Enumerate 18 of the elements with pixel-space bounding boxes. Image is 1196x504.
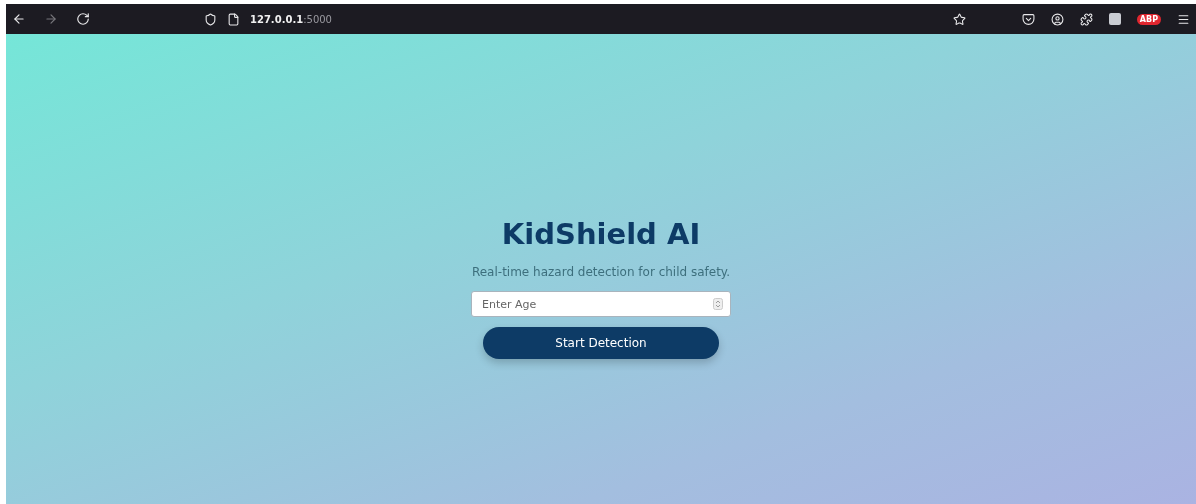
spinner-icon[interactable]: [713, 298, 723, 310]
forward-icon[interactable]: [44, 12, 58, 26]
back-icon[interactable]: [12, 12, 26, 26]
extension-icon[interactable]: [1108, 13, 1121, 25]
page-icon[interactable]: [227, 12, 240, 26]
url-text: 127.0.0.1:5000: [250, 13, 332, 25]
reload-icon[interactable]: [76, 12, 90, 26]
extensions-icon[interactable]: [1079, 12, 1093, 26]
subtitle: Real-time hazard detection for child safety.: [471, 265, 731, 279]
age-input-field[interactable]: Enter Age: [471, 291, 731, 317]
account-icon[interactable]: [1050, 12, 1064, 26]
bookmark-star-icon[interactable]: [953, 12, 966, 26]
shield-icon[interactable]: [204, 12, 217, 26]
pocket-icon[interactable]: [1021, 12, 1035, 26]
extension-badge[interactable]: ABP: [1136, 13, 1161, 25]
start-detection-button[interactable]: Start Detection: [483, 327, 719, 359]
menu-icon[interactable]: [1177, 12, 1190, 26]
page-title: KidShield AI: [501, 217, 701, 251]
